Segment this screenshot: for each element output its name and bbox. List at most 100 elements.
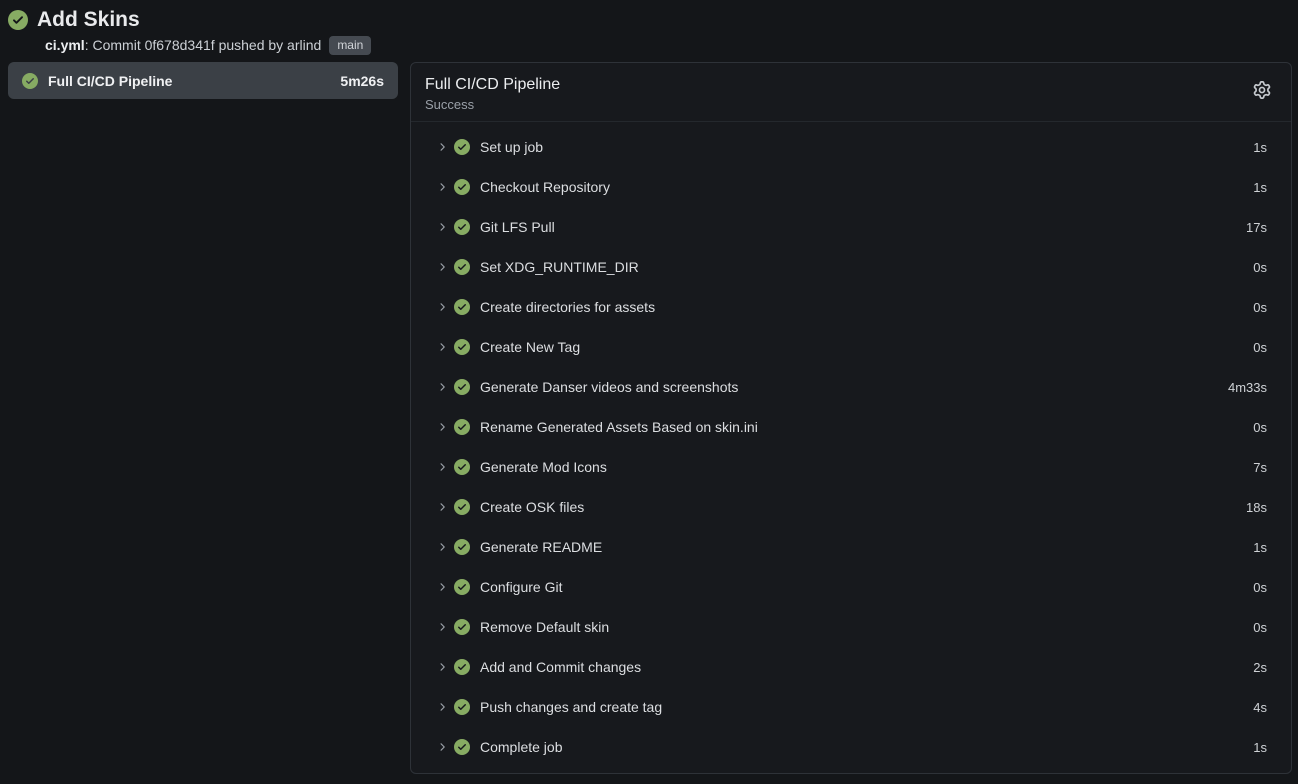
chevron-right-icon[interactable]	[436, 501, 454, 513]
chevron-right-icon[interactable]	[436, 221, 454, 233]
step-duration: 0s	[1253, 620, 1267, 635]
step-row[interactable]: Generate Danser videos and screenshots 4…	[436, 367, 1267, 407]
run-content: Full CI/CD Pipeline 5m26s Full CI/CD Pip…	[0, 62, 1298, 774]
step-check-circle-icon	[454, 299, 470, 315]
chevron-right-icon[interactable]	[436, 421, 454, 433]
step-name: Git LFS Pull	[480, 219, 555, 235]
steps-list: Set up job 1s Checkout Repository 1s	[411, 122, 1291, 767]
chevron-right-icon[interactable]	[436, 701, 454, 713]
chevron-right-icon[interactable]	[436, 381, 454, 393]
subtitle-separator: : Commit	[85, 37, 145, 54]
step-name: Configure Git	[480, 579, 562, 595]
step-row[interactable]: Set up job 1s	[436, 127, 1267, 167]
step-name: Create directories for assets	[480, 299, 655, 315]
step-check-circle-icon	[454, 539, 470, 555]
job-item-full-ci-cd-pipeline[interactable]: Full CI/CD Pipeline 5m26s	[8, 62, 398, 99]
step-name: Generate README	[480, 539, 602, 555]
workflow-file-link[interactable]: ci.yml	[45, 37, 85, 54]
job-name: Full CI/CD Pipeline	[48, 73, 330, 89]
step-row[interactable]: Remove Default skin 0s	[436, 607, 1267, 647]
step-row[interactable]: Git LFS Pull 17s	[436, 207, 1267, 247]
chevron-right-icon[interactable]	[436, 621, 454, 633]
job-duration: 5m26s	[340, 73, 384, 89]
step-name: Generate Mod Icons	[480, 459, 607, 475]
chevron-right-icon[interactable]	[436, 461, 454, 473]
run-status-check-circle-icon	[8, 10, 28, 30]
job-check-circle-icon	[22, 73, 38, 89]
chevron-right-icon[interactable]	[436, 741, 454, 753]
step-row[interactable]: Push changes and create tag 4s	[436, 687, 1267, 727]
step-duration: 0s	[1253, 300, 1267, 315]
step-check-circle-icon	[454, 659, 470, 675]
chevron-right-icon[interactable]	[436, 541, 454, 553]
step-check-circle-icon	[454, 739, 470, 755]
step-row[interactable]: Configure Git 0s	[436, 567, 1267, 607]
step-duration: 0s	[1253, 340, 1267, 355]
step-duration: 1s	[1253, 140, 1267, 155]
step-name: Set up job	[480, 139, 543, 155]
step-name: Remove Default skin	[480, 619, 609, 635]
step-check-circle-icon	[454, 579, 470, 595]
step-name: Set XDG_RUNTIME_DIR	[480, 259, 639, 275]
step-check-circle-icon	[454, 459, 470, 475]
step-check-circle-icon	[454, 339, 470, 355]
step-name: Generate Danser videos and screenshots	[480, 379, 738, 395]
step-row[interactable]: Create New Tag 0s	[436, 327, 1267, 367]
step-row[interactable]: Generate README 1s	[436, 527, 1267, 567]
job-panel: Full CI/CD Pipeline Success	[410, 62, 1292, 774]
chevron-right-icon[interactable]	[436, 661, 454, 673]
job-status-text: Success	[425, 97, 560, 112]
chevron-right-icon[interactable]	[436, 341, 454, 353]
step-duration: 1s	[1253, 540, 1267, 555]
step-row[interactable]: Checkout Repository 1s	[436, 167, 1267, 207]
job-panel-header: Full CI/CD Pipeline Success	[411, 63, 1291, 122]
step-name: Create OSK files	[480, 499, 584, 515]
chevron-right-icon[interactable]	[436, 141, 454, 153]
step-duration: 4s	[1253, 700, 1267, 715]
chevron-right-icon[interactable]	[436, 181, 454, 193]
step-duration: 1s	[1253, 740, 1267, 755]
step-name: Complete job	[480, 739, 563, 755]
step-row[interactable]: Generate Mod Icons 7s	[436, 447, 1267, 487]
step-row[interactable]: Rename Generated Assets Based on skin.in…	[436, 407, 1267, 447]
step-check-circle-icon	[454, 699, 470, 715]
step-name: Add and Commit changes	[480, 659, 641, 675]
step-check-circle-icon	[454, 499, 470, 515]
step-duration: 1s	[1253, 180, 1267, 195]
step-duration: 0s	[1253, 420, 1267, 435]
step-row[interactable]: Create OSK files 18s	[436, 487, 1267, 527]
jobs-sidebar: Full CI/CD Pipeline 5m26s	[8, 62, 398, 99]
commit-sha[interactable]: 0f678d341f	[145, 37, 215, 54]
step-check-circle-icon	[454, 139, 470, 155]
run-header: Add Skins ci.yml: Commit 0f678d341f push…	[0, 0, 1298, 55]
step-duration: 0s	[1253, 260, 1267, 275]
step-duration: 0s	[1253, 580, 1267, 595]
step-duration: 2s	[1253, 660, 1267, 675]
step-name: Create New Tag	[480, 339, 580, 355]
step-check-circle-icon	[454, 219, 470, 235]
step-check-circle-icon	[454, 379, 470, 395]
step-name: Rename Generated Assets Based on skin.in…	[480, 419, 758, 435]
step-row[interactable]: Set XDG_RUNTIME_DIR 0s	[436, 247, 1267, 287]
subtitle-suffix: pushed by arlind	[215, 37, 322, 54]
job-panel-title: Full CI/CD Pipeline	[425, 74, 560, 95]
job-panel-heading: Full CI/CD Pipeline Success	[425, 74, 560, 112]
chevron-right-icon[interactable]	[436, 581, 454, 593]
run-title: Add Skins	[37, 7, 140, 33]
step-name: Checkout Repository	[480, 179, 610, 195]
step-row[interactable]: Create directories for assets 0s	[436, 287, 1267, 327]
step-duration: 7s	[1253, 460, 1267, 475]
chevron-right-icon[interactable]	[436, 301, 454, 313]
branch-badge[interactable]: main	[329, 36, 371, 55]
gear-icon[interactable]	[1253, 81, 1271, 99]
run-title-row: Add Skins	[8, 7, 1290, 33]
step-check-circle-icon	[454, 259, 470, 275]
step-duration: 4m33s	[1228, 380, 1267, 395]
step-row[interactable]: Add and Commit changes 2s	[436, 647, 1267, 687]
step-row[interactable]: Complete job 1s	[436, 727, 1267, 767]
step-check-circle-icon	[454, 619, 470, 635]
step-duration: 17s	[1246, 220, 1267, 235]
step-check-circle-icon	[454, 419, 470, 435]
step-check-circle-icon	[454, 179, 470, 195]
chevron-right-icon[interactable]	[436, 261, 454, 273]
